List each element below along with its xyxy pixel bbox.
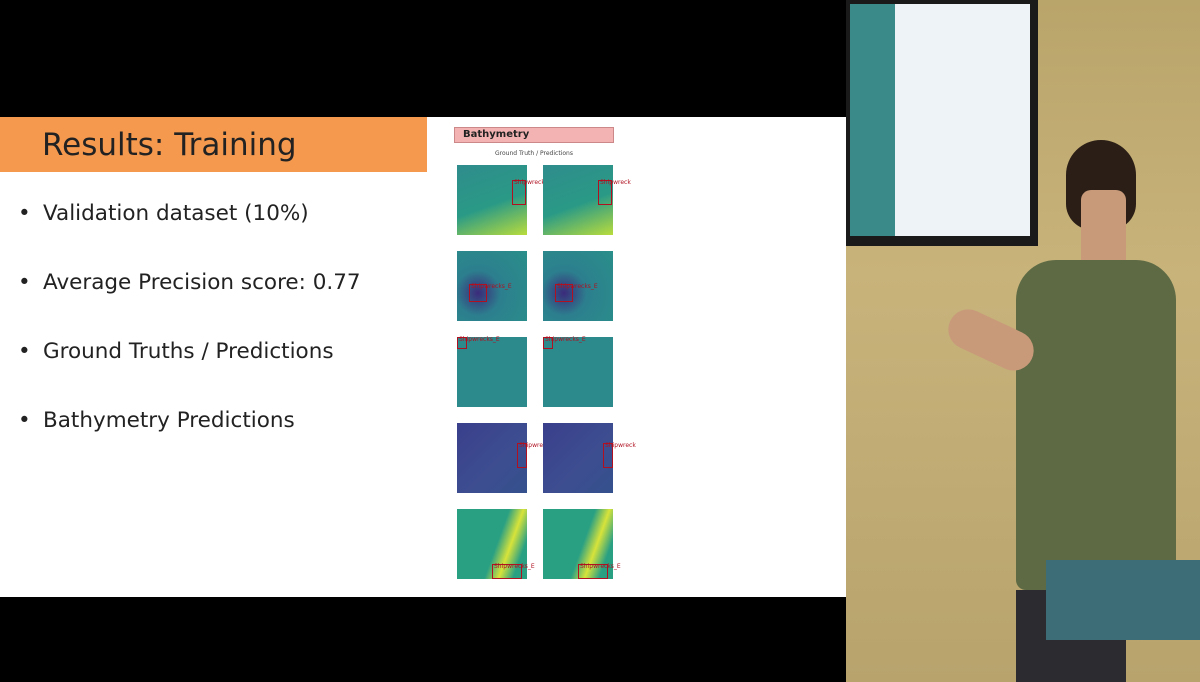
bullet-item: • Bathymetry Predictions <box>18 408 361 477</box>
bullet-item: • Ground Truths / Predictions <box>18 339 361 408</box>
figure-panel: Bathymetry Ground Truth / Predictions Sh… <box>430 117 850 597</box>
detection-label: Shipwrecks_E <box>545 336 586 343</box>
ground-truth-tile: Shipwreck <box>457 165 545 235</box>
detection-label: Shipwrecks_E <box>471 283 512 290</box>
bullet-text: Average Precision score: 0.77 <box>43 270 361 295</box>
figure-header: Bathymetry <box>454 127 614 143</box>
slide: Results: Training • Validation dataset (1… <box>0 117 850 597</box>
detection-label: Shipwreck <box>514 179 545 186</box>
ground-truth-tile: Shipwreck <box>457 423 550 493</box>
ground-truth-tile: Shipwrecks_E <box>457 509 535 579</box>
prediction-tile: Shipwreck <box>543 423 636 493</box>
prediction-tile: Shipwrecks_E <box>543 251 613 321</box>
detection-label: Shipwrecks_E <box>459 336 500 343</box>
detection-label: Shipwrecks_E <box>494 563 535 570</box>
bullet-text: Ground Truths / Predictions <box>43 339 334 364</box>
ground-truth-tile: Shipwrecks_E <box>457 251 527 321</box>
ground-truth-tile: Shipwrecks_E <box>457 336 527 407</box>
detection-label: Shipwreck <box>605 442 636 449</box>
presenter-camera <box>846 0 1200 682</box>
detection-label: Shipwreck <box>600 179 631 186</box>
bullet-text: Validation dataset (10%) <box>43 201 309 226</box>
detection-label: Shipwrecks_E <box>557 283 598 290</box>
prediction-tile: Shipwrecks_E <box>543 336 613 407</box>
slide-title: Results: Training <box>42 127 297 163</box>
bullet-text: Bathymetry Predictions <box>43 408 295 433</box>
tv-monitor <box>846 0 1038 246</box>
figure-subtitle: Ground Truth / Predictions <box>495 150 573 157</box>
bullet-item: • Validation dataset (10%) <box>18 201 361 270</box>
prediction-tile: Shipwreck <box>543 165 631 235</box>
detection-label: Shipwrecks_E <box>580 563 621 570</box>
bullet-item: • Average Precision score: 0.77 <box>18 270 361 339</box>
prediction-tile: Shipwrecks_E <box>543 509 621 579</box>
bullet-list: • Validation dataset (10%) • Average Preci… <box>18 201 361 477</box>
title-bar: Results: Training <box>0 117 427 172</box>
